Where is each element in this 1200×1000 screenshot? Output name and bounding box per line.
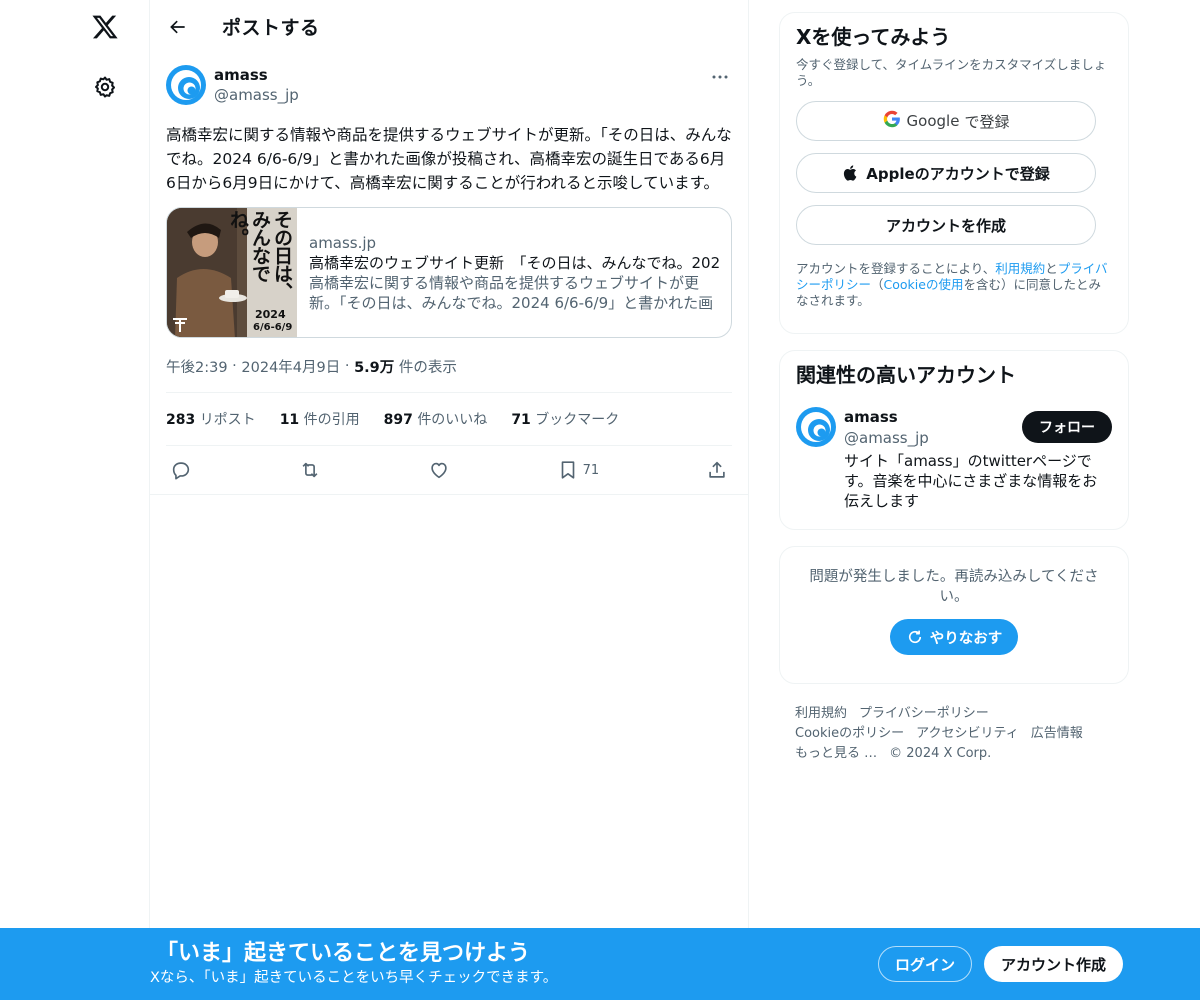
gear-icon[interactable] (90, 72, 120, 102)
footer-more-link[interactable]: もっと見る … (795, 746, 877, 761)
card-description: 高橋幸宏に関する情報や商品を提供するウェブサイトが更新。「その日は、みんなでね。… (309, 273, 714, 312)
card-image-dates: 6/6-6/9 (253, 322, 293, 333)
tweet-meta: 午後2:39 · 2024年4月9日 · 5.9万 件の表示 (166, 356, 732, 376)
repost-icon[interactable] (299, 459, 321, 481)
apple-signup-label: Appleのアカウントで登録 (866, 164, 1050, 183)
signup-subtitle: 今すぐ登録して、タイムラインをカスタマイズしましょう。 (796, 57, 1107, 88)
card-title: 高橋幸宏のウェブサイト更新 「その日は、みんなでね。2024 6/6-6/9」 (309, 253, 719, 272)
card-image-text: その日は、みんなでね。 (227, 210, 293, 300)
legal-text: （ (871, 277, 884, 292)
tweet: amass @amass_jp 高橋幸宏に関する情報や商品を提供するウェブサイト… (150, 53, 748, 495)
avatar[interactable] (166, 65, 206, 105)
tweet-actions: 71 (166, 446, 732, 494)
quotes-stat[interactable]: 11 件の引用 (280, 409, 360, 429)
author-handle[interactable]: @amass_jp (214, 85, 299, 105)
refresh-icon (908, 630, 921, 644)
apple-icon (842, 164, 860, 182)
reposts-stat[interactable]: 283 リポスト (166, 409, 256, 429)
error-message: 問題が発生しました。再読み込みしてください。 (809, 569, 1099, 605)
tweet-time[interactable]: 午後2:39 (166, 356, 228, 377)
bottom-signup-bar: 「いま」起きていることを見つけよう Xなら、「いま」起きていることをいち早くチェ… (0, 928, 1200, 1000)
card-domain: amass.jp (309, 233, 377, 252)
retry-button[interactable]: やりなおす (889, 619, 1019, 655)
divider (150, 494, 748, 495)
signup-box: Xを使ってみよう 今すぐ登録して、タイムラインをカスタマイズしましょう。 Goo… (779, 12, 1129, 334)
right-sidebar: Xを使ってみよう 今すぐ登録して、タイムラインをカスタマイズしましょう。 Goo… (779, 12, 1129, 764)
like-icon[interactable] (428, 459, 450, 481)
page-header: ポストする (150, 0, 748, 53)
google-signup-button[interactable]: Google で登録 (796, 101, 1096, 141)
legal-text: と (1045, 261, 1058, 276)
likes-stat[interactable]: 897 件のいいね (384, 409, 488, 429)
meta-separator: · (227, 358, 242, 374)
signup-title: Xを使ってみよう (796, 25, 951, 49)
related-title: 関連性の高いアカウント (796, 363, 1016, 387)
signup-legal: アカウントを登録することにより、利用規約とプライバシーポリシー（Cookieの使… (796, 261, 1112, 309)
footer-ads-link[interactable]: 広告情報 (1031, 726, 1083, 741)
footer-privacy-link[interactable]: プライバシーポリシー (859, 706, 989, 721)
bottom-bar-title: 「いま」起きていることを見つけよう (156, 941, 531, 966)
legal-text: アカウントを登録することにより、 (796, 261, 996, 276)
views-count: 5.9万 (354, 359, 395, 376)
related-account[interactable]: amass @amass_jp サイト「amass」のtwitterページです。… (796, 407, 1112, 511)
x-logo-icon[interactable] (88, 10, 122, 44)
tweet-text: 高橋幸宏に関する情報や商品を提供するウェブサイトが更新。「その日は、みんなでね。… (166, 126, 732, 192)
link-card[interactable]: その日は、みんなでね。 2024 6/6-6/9 amass.jp 高橋幸宏のウ… (166, 207, 732, 338)
related-bio: サイト「amass」のtwitterページです。音楽を中心にさまざまな情報をお伝… (844, 452, 1098, 510)
footer-links: 利用規約 プライバシーポリシー Cookieのポリシー アクセシビリティ 広告情報 も… (779, 704, 1099, 764)
reply-icon[interactable] (170, 459, 192, 481)
page-title: ポストする (222, 17, 320, 39)
main-column: ポストする amass @amass_jp 高橋幸宏に関する情報や商品を提供する… (149, 0, 749, 1000)
apple-signup-button[interactable]: Appleのアカウントで登録 (796, 153, 1096, 193)
cookie-link[interactable]: Cookieの使用 (884, 277, 964, 292)
create-account-label: アカウントを作成 (885, 216, 1006, 235)
bookmarks-stat[interactable]: 71 ブックマーク (511, 409, 619, 429)
bookmark-icon (561, 461, 574, 479)
footer-cookie-link[interactable]: Cookieのポリシー (795, 726, 904, 741)
related-accounts-box: 関連性の高いアカウント amass @amass_jp サイト「amass」のt… (779, 350, 1129, 530)
tweet-stats: 283 リポスト 11 件の引用 897 件のいいね 71 ブックマーク (166, 393, 732, 445)
views-label: 件の表示 (398, 359, 457, 376)
create-account-button[interactable]: アカウントを作成 (796, 205, 1096, 245)
left-nav (0, 0, 150, 1000)
terms-link[interactable]: 利用規約 (995, 261, 1045, 276)
retry-label: やりなおす (929, 630, 1003, 647)
author-name[interactable]: amass (214, 65, 299, 85)
meta-separator: · (340, 358, 355, 374)
footer-copyright: © 2024 X Corp. (889, 746, 992, 761)
card-image-logo-icon (171, 316, 189, 337)
google-icon (883, 110, 901, 132)
footer-accessibility-link[interactable]: アクセシビリティ (916, 726, 1019, 741)
google-suffix: で登録 (964, 112, 1010, 131)
card-image-year: 2024 (255, 308, 286, 321)
card-image: その日は、みんなでね。 2024 6/6-6/9 (167, 208, 297, 337)
error-box: 問題が発生しました。再読み込みしてください。 やりなおす (779, 546, 1129, 684)
tweet-author: amass @amass_jp (166, 65, 732, 105)
share-icon[interactable] (706, 459, 728, 481)
google-brand: Google (906, 112, 960, 130)
more-options-icon[interactable] (708, 67, 732, 87)
bottom-bar-subtitle: Xなら、「いま」起きていることをいち早くチェックできます。 (150, 970, 558, 986)
tweet-date[interactable]: 2024年4月9日 (241, 356, 340, 377)
login-button[interactable]: ログイン (878, 946, 972, 982)
footer-terms-link[interactable]: 利用規約 (795, 706, 847, 721)
bookmark-count: 71 (582, 462, 600, 478)
bookmark-button[interactable]: 71 (557, 459, 600, 481)
avatar[interactable] (796, 407, 836, 447)
arrow-left-icon[interactable] (166, 15, 190, 39)
follow-button[interactable]: フォロー (1022, 411, 1112, 443)
signup-button[interactable]: アカウント作成 (984, 946, 1123, 982)
